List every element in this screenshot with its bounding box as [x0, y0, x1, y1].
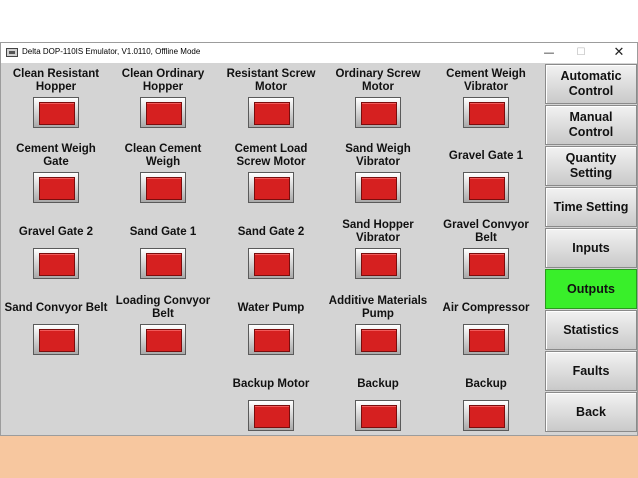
- output-label: Resistant Screw Motor: [226, 68, 316, 93]
- output-cell: Water Pump: [217, 290, 325, 365]
- hmi-screen: Clean Resistant Hopper Clean Ordinary Ho…: [1, 63, 637, 435]
- nav-time-setting-button[interactable]: Time Setting: [545, 187, 637, 227]
- output-cell: Cement Weigh Gate: [2, 138, 110, 213]
- output-indicator-lamp[interactable]: [33, 324, 79, 355]
- output-label: Gravel Gate 1: [448, 149, 524, 162]
- output-indicator-lamp[interactable]: [248, 324, 294, 355]
- output-indicator-lamp[interactable]: [248, 248, 294, 279]
- output-label: Backup: [357, 377, 399, 390]
- output-indicator-lamp[interactable]: [140, 97, 186, 128]
- output-label: Cement Weigh Gate: [16, 143, 96, 168]
- output-indicator-lamp[interactable]: [140, 324, 186, 355]
- output-label: Sand Gate 2: [237, 225, 305, 238]
- output-cell: Sand Gate 2: [217, 214, 325, 289]
- output-cell: Clean Resistant Hopper: [2, 63, 110, 138]
- output-cell: Gravel Gate 1: [432, 138, 540, 213]
- output-cell: Resistant Screw Motor: [217, 63, 325, 138]
- output-label: Air Compressor: [442, 301, 530, 314]
- output-indicator-lamp[interactable]: [33, 97, 79, 128]
- output-label: Sand Convyor Belt: [4, 301, 108, 314]
- output-cell: Sand Hopper Vibrator: [324, 214, 432, 289]
- output-label: Sand Gate 1: [129, 225, 197, 238]
- output-indicator-lamp[interactable]: [463, 248, 509, 279]
- output-cell: Backup Motor: [217, 366, 325, 441]
- output-label: Additive Materials Pump: [328, 295, 428, 320]
- output-cell: Sand Weigh Vibrator: [324, 138, 432, 213]
- output-cell: Clean Cement Weigh: [109, 138, 217, 213]
- output-cell: Loading Convyor Belt: [109, 290, 217, 365]
- output-indicator-lamp[interactable]: [463, 172, 509, 203]
- output-indicator-lamp[interactable]: [140, 172, 186, 203]
- output-indicator-lamp[interactable]: [355, 324, 401, 355]
- app-monitor-icon: [6, 48, 18, 57]
- output-indicator-lamp[interactable]: [248, 97, 294, 128]
- nav-inputs-button[interactable]: Inputs: [545, 228, 637, 268]
- output-label: Cement Load Screw Motor: [234, 143, 308, 168]
- output-cell: Gravel Gate 2: [2, 214, 110, 289]
- nav-manual-control-button[interactable]: Manual Control: [545, 105, 637, 145]
- output-indicator-lamp[interactable]: [33, 172, 79, 203]
- maximize-button[interactable]: ☐: [567, 43, 595, 63]
- output-label: Backup: [465, 377, 507, 390]
- output-indicator-lamp[interactable]: [355, 172, 401, 203]
- output-cell: Cement Load Screw Motor: [217, 138, 325, 213]
- close-button[interactable]: ✕: [605, 43, 633, 63]
- output-label: Ordinary Screw Motor: [335, 68, 421, 93]
- output-cell: Clean Ordinary Hopper: [109, 63, 217, 138]
- output-cell: Backup: [432, 366, 540, 441]
- output-indicator-lamp[interactable]: [140, 248, 186, 279]
- window-title: Delta DOP-110IS Emulator, V1.0110, Offli…: [22, 47, 201, 56]
- output-cell: Backup: [324, 366, 432, 441]
- output-label: Gravel Gate 2: [18, 225, 94, 238]
- output-cell: Sand Convyor Belt: [2, 290, 110, 365]
- output-label: Gravel Convyor Belt: [443, 219, 529, 244]
- output-cell: Ordinary Screw Motor: [324, 63, 432, 138]
- output-label: Backup Motor: [232, 377, 310, 390]
- nav-outputs-button[interactable]: Outputs: [545, 269, 637, 309]
- output-cell: Cement Weigh Vibrator: [432, 63, 540, 138]
- output-indicator-lamp[interactable]: [463, 97, 509, 128]
- output-indicator-lamp[interactable]: [33, 248, 79, 279]
- output-label: Sand Hopper Vibrator: [342, 219, 414, 244]
- output-label: Clean Ordinary Hopper: [121, 68, 205, 93]
- output-label: Loading Convyor Belt: [115, 295, 211, 320]
- output-indicator-lamp[interactable]: [248, 172, 294, 203]
- output-cell: Additive Materials Pump: [324, 290, 432, 365]
- title-bar[interactable]: Delta DOP-110IS Emulator, V1.0110, Offli…: [1, 43, 637, 63]
- nav-back-button[interactable]: Back: [545, 392, 637, 432]
- nav-automatic-control-button[interactable]: Automatic Control: [545, 64, 637, 104]
- output-cell: Gravel Convyor Belt: [432, 214, 540, 289]
- nav-statistics-button[interactable]: Statistics: [545, 310, 637, 350]
- output-cell: Air Compressor: [432, 290, 540, 365]
- output-label: Clean Cement Weigh: [124, 143, 202, 168]
- output-indicator-lamp[interactable]: [463, 400, 509, 431]
- nav-quantity-setting-button[interactable]: Quantity Setting: [545, 146, 637, 186]
- output-indicator-lamp[interactable]: [463, 324, 509, 355]
- output-indicator-lamp[interactable]: [355, 248, 401, 279]
- minimize-button[interactable]: —: [535, 43, 563, 63]
- output-label: Cement Weigh Vibrator: [446, 68, 526, 93]
- output-cell: Sand Gate 1: [109, 214, 217, 289]
- output-indicator-lamp[interactable]: [355, 97, 401, 128]
- output-label: Clean Resistant Hopper: [12, 68, 100, 93]
- emulator-window: Delta DOP-110IS Emulator, V1.0110, Offli…: [0, 42, 638, 436]
- top-white-strip: [0, 0, 638, 42]
- output-indicator-lamp[interactable]: [355, 400, 401, 431]
- output-label: Water Pump: [237, 301, 305, 314]
- output-label: Sand Weigh Vibrator: [345, 143, 411, 168]
- nav-faults-button[interactable]: Faults: [545, 351, 637, 391]
- output-indicator-lamp[interactable]: [248, 400, 294, 431]
